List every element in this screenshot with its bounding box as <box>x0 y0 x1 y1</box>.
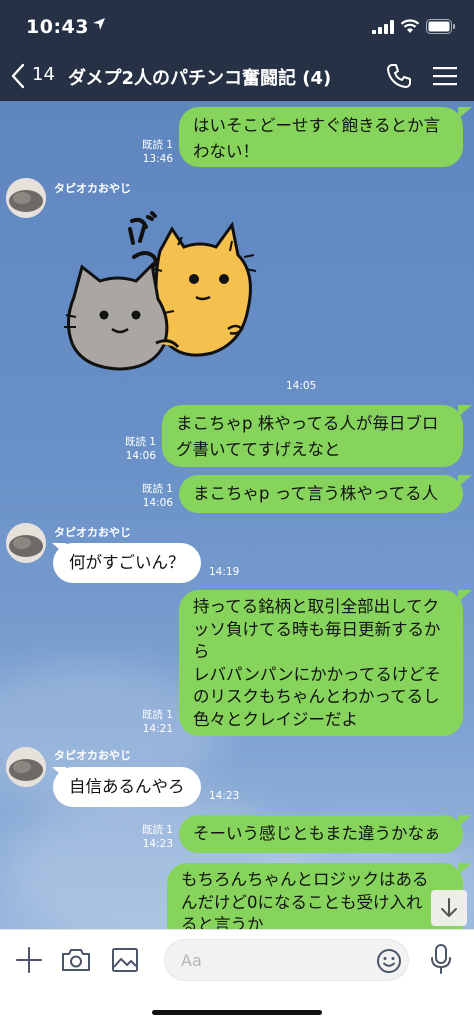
plus-icon[interactable] <box>14 945 44 975</box>
message-input-bar: Aa <box>0 929 474 1024</box>
message-line: のリスクもちゃんとわかってるし <box>193 687 440 706</box>
message-line: もちろんちゃんとロジックはある <box>181 870 429 889</box>
sender-name: タピオカおやじ <box>54 749 131 762</box>
sent-message-bubble[interactable]: もちろんちゃんとロジックはある んだけど0になることも受け入れ ると言うか <box>167 863 463 929</box>
message-line: レバパンパンにかかってるけどそ <box>193 664 441 684</box>
message-time: 13:46 <box>142 153 173 165</box>
location-arrow-icon <box>93 18 105 30</box>
phone-call-icon[interactable] <box>385 62 413 90</box>
read-receipt: 既読 1 <box>141 709 173 721</box>
message-meta: 既読 1 14:23 <box>128 823 173 851</box>
top-bar: 10:43 14 ダメプ2人のパチンコ奮闘記 (4) <box>0 0 474 101</box>
back-chevron-icon[interactable] <box>10 63 26 89</box>
avatar[interactable] <box>6 523 46 563</box>
sender-name: タピオカおやじ <box>54 182 131 195</box>
read-receipt: 既読 1 <box>141 139 173 151</box>
message-line: んだけど0になることも受け入れ <box>181 892 423 912</box>
bubble-tail <box>458 590 472 602</box>
message-input-placeholder: Aa <box>181 951 202 970</box>
message-line: はいそこどーせすぐ飽きるとか言 <box>193 116 441 135</box>
sent-message-bubble[interactable]: そーいう感じともまた違うかなぁ <box>179 815 463 853</box>
arrow-down-icon <box>441 898 457 917</box>
bubble-tail <box>458 815 472 827</box>
message-time: 14:06 <box>125 450 156 462</box>
chat-area[interactable]: 既読 1 13:46 はいそこどーせすぐ飽きるとか言 わない！ タピオカおやじ <box>0 101 474 929</box>
status-time: 10:43 <box>26 16 89 38</box>
message-meta: 既読 1 14:06 <box>111 435 156 463</box>
camera-icon[interactable] <box>60 945 92 975</box>
message-time: 14:21 <box>142 723 173 735</box>
battery-icon <box>426 19 455 34</box>
message-line: 色々とクレイジーだよ <box>193 709 358 729</box>
unread-count[interactable]: 14 <box>32 64 55 85</box>
message-line: グ書いててすげえなと <box>176 440 341 459</box>
read-receipt: 既読 1 <box>141 824 173 836</box>
sticker-message[interactable] <box>60 211 260 381</box>
wifi-icon <box>400 19 420 33</box>
avatar[interactable] <box>6 178 46 218</box>
message-time: 14:05 <box>286 380 317 392</box>
bubble-tail <box>458 475 472 487</box>
bubble-tail <box>458 107 472 119</box>
message-line: まこちゃp 株やってる人が毎日ブロ <box>176 414 439 433</box>
sent-message-bubble[interactable]: まこちゃp 株やってる人が毎日ブロ グ書いててすげえなと <box>162 405 463 467</box>
message-line: そーいう感じともまた違うかなぁ <box>193 824 441 843</box>
sent-message-bubble[interactable]: まこちゃp って言う株やってる人 <box>179 475 463 513</box>
message-line: ると言うか <box>181 915 264 929</box>
status-bar: 10:43 <box>0 0 474 50</box>
message-line: 自信あるんやろ <box>69 777 185 796</box>
message-line: 持ってる銘柄と取引全部出してク <box>193 597 440 616</box>
bubble-tail <box>458 863 472 875</box>
sent-message-bubble[interactable]: 持ってる銘柄と取引全部出してク ッソ負けてる時も毎日更新するか ら レバパンパン… <box>179 590 463 736</box>
message-meta: 既読 1 13:46 <box>128 138 173 166</box>
message-line: まこちゃp って言う株やってる人 <box>193 484 439 503</box>
sent-message-bubble[interactable]: はいそこどーせすぐ飽きるとか言 わない！ <box>179 107 463 167</box>
read-receipt: 既読 1 <box>124 436 156 448</box>
message-time: 14:23 <box>209 790 240 802</box>
cellular-signal-icon <box>372 20 394 34</box>
bubble-tail <box>458 405 472 417</box>
home-indicator <box>152 1010 322 1015</box>
received-message-bubble[interactable]: 自信あるんやろ <box>53 767 201 807</box>
chat-title: ダメプ2人のパチンコ奮闘記 (4) <box>68 68 332 89</box>
message-time: 14:23 <box>142 838 173 850</box>
message-input[interactable]: Aa <box>164 939 409 981</box>
message-time: 14:06 <box>142 497 173 509</box>
chat-header: 14 ダメプ2人のパチンコ奮闘記 (4) <box>0 50 474 101</box>
message-line: わない！ <box>193 142 259 161</box>
message-line: 何がすごいん？ <box>69 553 185 572</box>
message-line: ッソ負けてる時も毎日更新するか <box>193 619 441 639</box>
scroll-to-bottom-button[interactable] <box>431 890 467 926</box>
emoji-icon[interactable] <box>376 948 402 974</box>
microphone-icon[interactable] <box>429 943 453 975</box>
image-icon[interactable] <box>110 945 140 975</box>
message-time: 14:19 <box>209 566 240 578</box>
sender-name: タピオカおやじ <box>54 526 131 539</box>
message-line: ら <box>193 642 210 661</box>
received-message-bubble[interactable]: 何がすごいん？ <box>53 543 201 583</box>
avatar[interactable] <box>6 747 46 787</box>
menu-icon[interactable] <box>433 65 457 87</box>
message-meta: 既読 1 14:06 <box>128 482 173 510</box>
read-receipt: 既読 1 <box>141 483 173 495</box>
message-meta: 既読 1 14:21 <box>128 708 173 736</box>
